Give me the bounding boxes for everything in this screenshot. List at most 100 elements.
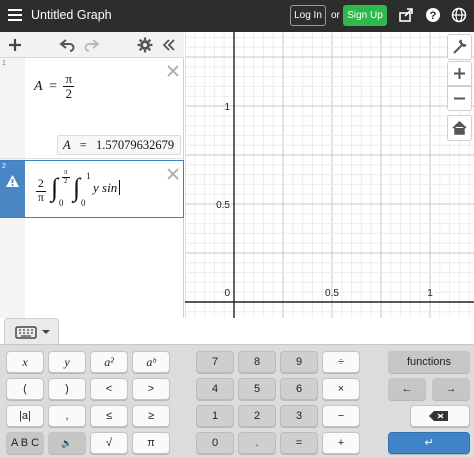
or-label: or <box>331 10 340 21</box>
key-left-arrow[interactable]: ← <box>388 378 426 400</box>
key-backspace[interactable] <box>410 405 470 427</box>
help-icon[interactable]: ? <box>425 7 441 23</box>
fraction-denominator: π <box>37 191 44 204</box>
key-x[interactable]: x <box>6 351 44 373</box>
key-a-power-b[interactable]: aᵇ <box>132 351 170 373</box>
key-abc[interactable]: A B C <box>6 432 44 454</box>
key-multiply[interactable]: × <box>322 378 360 400</box>
key-3[interactable]: 3 <box>280 405 318 427</box>
zoom-out-button[interactable] <box>447 86 472 111</box>
expression-1-lhs: A <box>34 79 43 95</box>
key-decimal[interactable]: . <box>238 432 276 454</box>
keyboard-icon <box>15 326 50 339</box>
key-abs[interactable]: |a| <box>6 405 44 427</box>
delete-expression-icon[interactable] <box>167 168 179 180</box>
outer-lower-limit: 0 <box>59 198 64 208</box>
evaluation-value: 1.57079632679 <box>95 138 175 152</box>
y-tick-label: 0.5 <box>216 200 230 211</box>
key-less-than[interactable]: < <box>90 378 128 400</box>
functions-button[interactable]: functions <box>388 351 470 373</box>
key-greater-equal[interactable]: ≥ <box>132 405 170 427</box>
key-right-arrow[interactable]: → <box>432 378 470 400</box>
key-y[interactable]: y <box>48 351 86 373</box>
key-less-equal[interactable]: ≤ <box>90 405 128 427</box>
key-pi[interactable]: π <box>132 432 170 454</box>
globe-icon[interactable] <box>451 7 467 23</box>
top-bar: Untitled Graph Log In or Sign Up ? <box>0 0 474 32</box>
key-7[interactable]: 7 <box>196 351 234 373</box>
home-button[interactable] <box>447 115 472 141</box>
keyboard-toggle[interactable] <box>4 318 59 344</box>
key-2[interactable]: 2 <box>238 405 276 427</box>
outer-integral-sign: ∫ <box>51 173 59 202</box>
key-equals[interactable]: = <box>280 432 318 454</box>
outer-upper-limit: π 2 <box>62 168 70 185</box>
graph-title[interactable]: Untitled Graph <box>31 8 112 22</box>
key-minus[interactable]: − <box>322 405 360 427</box>
share-icon[interactable] <box>398 7 414 23</box>
key-greater-than[interactable]: > <box>132 378 170 400</box>
signup-button[interactable]: Sign Up <box>343 5 387 26</box>
expression-toolbar <box>0 32 184 58</box>
key-divide[interactable]: ÷ <box>322 351 360 373</box>
key-a-squared[interactable]: a² <box>90 351 128 373</box>
x-tick-label: 0.5 <box>325 288 339 299</box>
zoom-in-button[interactable] <box>447 61 472 86</box>
key-5[interactable]: 5 <box>238 378 276 400</box>
two-over-pi-fraction: 2 π <box>36 178 46 204</box>
add-expression-icon[interactable] <box>6 36 24 54</box>
expression-number: 2 <box>2 163 6 170</box>
graph-settings-button[interactable] <box>447 34 472 60</box>
math-keypad: x y a² aᵇ () < > |a|, ≤ ≥ A B C 🔈 √ π 7 8 9 ÷ 4 5 6 × 1 2 3− 0. = +… <box>0 344 474 457</box>
expression-row-2-active[interactable]: 2 2 π ∫ π 2 0 ∫ 1 0 y sin <box>0 160 184 218</box>
wrench-icon <box>453 39 467 54</box>
x-tick-label: 0 <box>224 288 230 299</box>
key-0[interactable]: 0 <box>196 432 234 454</box>
key-sqrt[interactable]: √ <box>90 432 128 454</box>
key-8[interactable]: 8 <box>238 351 276 373</box>
delete-expression-icon[interactable] <box>167 65 179 77</box>
home-icon <box>452 120 467 135</box>
key-open-paren[interactable]: ( <box>6 378 44 400</box>
fraction-numerator: 2 <box>36 178 46 192</box>
inner-integral-sign: ∫ <box>73 173 81 202</box>
graph-grid: 1 0.5 0 0.5 1 <box>184 32 474 318</box>
expression-2-math[interactable]: 2 π ∫ π 2 0 ∫ 1 0 y sin <box>36 167 166 213</box>
y-tick-label: 1 <box>224 102 230 113</box>
limit-denominator: 2 <box>64 176 68 185</box>
integrand-text: y sin <box>93 180 118 195</box>
expression-list: 1 A = π 2 A = 1.57079632679 2 2 π ∫ π 2 … <box>0 32 184 318</box>
key-audio[interactable]: 🔈 <box>48 432 86 454</box>
expression-row-1[interactable]: 1 A = π 2 A = 1.57079632679 <box>0 58 184 159</box>
backspace-icon <box>429 411 448 421</box>
collapse-list-icon[interactable] <box>160 36 178 54</box>
settings-gear-icon[interactable] <box>136 36 154 54</box>
key-close-paren[interactable]: ) <box>48 378 86 400</box>
x-tick-label: 1 <box>427 288 433 299</box>
key-6[interactable]: 6 <box>280 378 318 400</box>
plus-icon <box>454 68 465 79</box>
evaluation-box: A = 1.57079632679 <box>57 135 181 155</box>
key-1[interactable]: 1 <box>196 405 234 427</box>
speaker-icon: 🔈 <box>61 438 73 448</box>
inner-upper-limit: 1 <box>86 171 91 181</box>
key-enter[interactable]: ↵ <box>388 432 470 454</box>
text-cursor <box>119 180 120 195</box>
key-plus[interactable]: + <box>322 432 360 454</box>
graph-paper[interactable]: 1 0.5 0 0.5 1 <box>184 32 474 318</box>
warning-icon[interactable] <box>5 174 20 188</box>
key-9[interactable]: 9 <box>280 351 318 373</box>
expression-1-math[interactable]: A = π 2 <box>34 71 75 102</box>
svg-text:?: ? <box>430 10 437 22</box>
key-comma[interactable]: , <box>48 405 86 427</box>
menu-icon[interactable] <box>8 9 22 21</box>
minus-icon <box>454 97 465 100</box>
fraction-denominator: 2 <box>65 86 73 102</box>
redo-icon[interactable] <box>83 36 101 54</box>
evaluation-equals: = <box>79 138 87 152</box>
undo-icon[interactable] <box>58 36 76 54</box>
login-button[interactable]: Log In <box>290 5 326 26</box>
key-4[interactable]: 4 <box>196 378 234 400</box>
expression-2-gutter: 2 <box>0 161 25 217</box>
pi-over-2-fraction: π 2 <box>63 71 75 102</box>
